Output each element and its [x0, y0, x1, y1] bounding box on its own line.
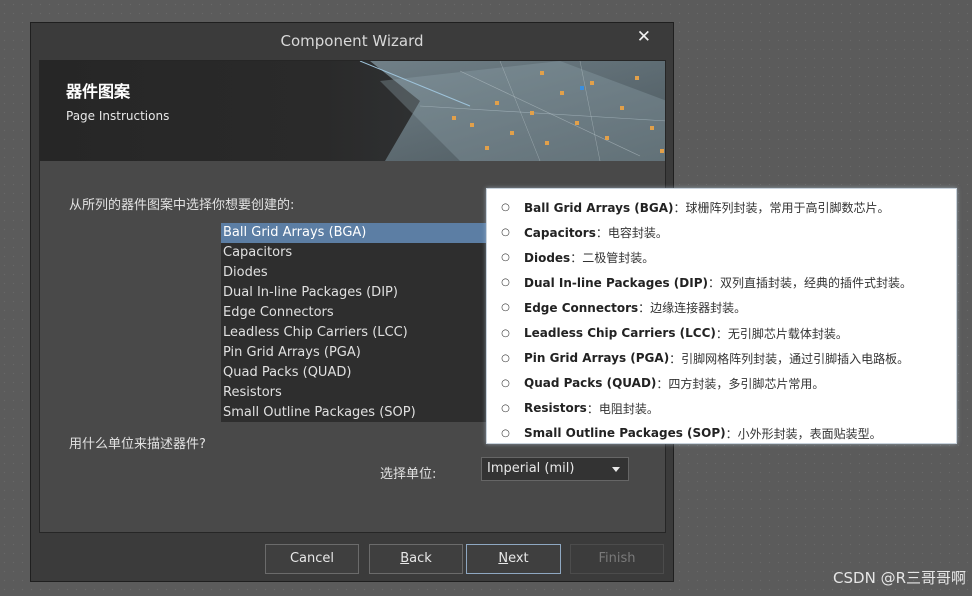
tip-term: Edge Connectors [524, 300, 639, 315]
pattern-descriptions-popup: ○ Ball Grid Arrays (BGA) ：球栅阵列封装，常用于高引脚数芯片… [486, 188, 957, 444]
tip-term: Ball Grid Arrays (BGA) [524, 200, 674, 215]
close-icon[interactable]: ✕ [637, 27, 651, 47]
tip-term: Resistors [524, 401, 587, 416]
tip-desc: ：引脚网格阵列封装，通过引脚插入电路板。 [669, 351, 910, 366]
list-item: ○ Pin Grid Arrays (PGA) ：引脚网格阵列封装，通过引脚插入电路… [487, 346, 956, 371]
bullet-icon: ○ [501, 427, 510, 439]
pattern-prompt: 从所列的器件图案中选择你想要创建的: [69, 198, 295, 213]
bullet-icon: ○ [501, 377, 510, 389]
title-bar[interactable]: Component Wizard ✕ [31, 23, 673, 59]
tip-desc: ：小外形封装，表面贴装型。 [725, 426, 882, 441]
back-button[interactable]: Back [369, 544, 463, 574]
bullet-icon: ○ [501, 352, 510, 364]
tip-desc: ：边缘连接器封装。 [638, 301, 747, 316]
next-button[interactable]: Next [466, 544, 561, 574]
tip-term: Diodes [524, 250, 571, 265]
list-item: ○ Edge Connectors ：边缘连接器封装。 [487, 295, 956, 320]
finish-button-label: Finish [598, 551, 636, 566]
next-button-mnemonic: N [498, 551, 509, 566]
tip-term: Capacitors [524, 225, 596, 240]
tip-desc: ：四方封装，多引脚芯片常用。 [656, 376, 825, 391]
bullet-icon: ○ [501, 277, 510, 289]
cancel-button[interactable]: Cancel [265, 544, 359, 574]
list-item: ○ Ball Grid Arrays (BGA) ：球栅阵列封装，常用于高引脚数芯片… [487, 195, 956, 220]
tip-term: Small Outline Packages (SOP) [524, 426, 726, 441]
bullet-icon: ○ [501, 202, 510, 214]
list-item: ○ Diodes ：二极管封装。 [487, 245, 956, 270]
back-button-label: ack [409, 551, 432, 566]
csdn-watermark: CSDN @R三哥哥啊 [833, 569, 966, 587]
dialog-title: Component Wizard [280, 32, 424, 50]
tip-desc: ：双列直插封装，经典的插件式封装。 [707, 276, 912, 291]
page-header: 器件图案 Page Instructions [40, 61, 665, 161]
finish-button[interactable]: Finish [570, 544, 664, 574]
unit-label: 选择单位: [380, 467, 437, 482]
list-item: ○ Leadless Chip Carriers (LCC) ：无引脚芯片载体封装。 [487, 320, 956, 345]
back-button-mnemonic: B [400, 551, 410, 566]
list-item: ○ Dual In-line Packages (DIP) ：双列直插封装，经典的插… [487, 270, 956, 295]
tip-desc: ：无引脚芯片载体封装。 [715, 326, 848, 341]
bullet-icon: ○ [501, 402, 510, 414]
tip-desc: ：球栅阵列封装，常用于高引脚数芯片。 [673, 201, 890, 216]
cancel-button-label: Cancel [289, 551, 335, 566]
list-item: ○ Capacitors ：电容封装。 [487, 220, 956, 245]
bullet-icon: ○ [501, 227, 510, 239]
tip-term: Leadless Chip Carriers (LCC) [524, 326, 716, 341]
tip-term: Quad Packs (QUAD) [524, 376, 657, 391]
tip-desc: ：电容封装。 [595, 226, 668, 241]
tip-term: Dual In-line Packages (DIP) [524, 275, 708, 290]
list-item: ○ Small Outline Packages (SOP) ：小外形封装，表面贴装… [487, 421, 956, 446]
bullet-icon: ○ [501, 252, 510, 264]
page-subtitle: Page Instructions [66, 109, 170, 123]
tip-desc: ：电阻封装。 [586, 401, 659, 416]
bullet-icon: ○ [501, 327, 510, 339]
unit-select[interactable]: Imperial (mil) [481, 457, 629, 481]
list-item: ○ Resistors ：电阻封装。 [487, 396, 956, 421]
unit-select-value: Imperial (mil) [487, 461, 575, 476]
chevron-down-icon [612, 467, 620, 472]
tip-term: Pin Grid Arrays (PGA) [524, 351, 670, 366]
unit-prompt: 用什么单位来描述器件? [69, 437, 206, 452]
tip-desc: ：二极管封装。 [570, 251, 655, 266]
list-item: ○ Quad Packs (QUAD) ：四方封装，多引脚芯片常用。 [487, 371, 956, 396]
next-button-label: ext [508, 551, 529, 566]
bullet-icon: ○ [501, 302, 510, 314]
page-title: 器件图案 [66, 82, 131, 101]
